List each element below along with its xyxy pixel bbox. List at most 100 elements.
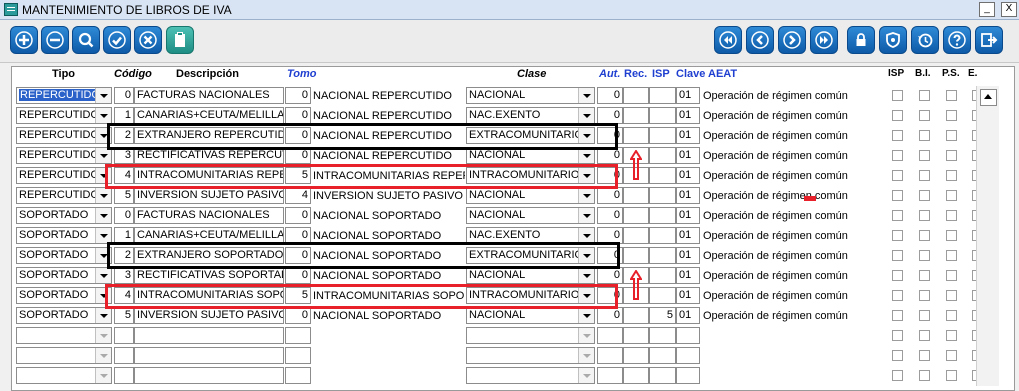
descripcion-field[interactable]	[134, 347, 284, 364]
isp-checkbox[interactable]	[892, 110, 903, 121]
chevron-down-icon[interactable]	[578, 268, 594, 283]
tipo-select[interactable]: SOPORTADO	[16, 307, 112, 324]
tipo-select[interactable]: SOPORTADO	[16, 227, 112, 244]
clave-aeat-field[interactable]: 01	[676, 147, 700, 164]
chevron-down-icon[interactable]	[95, 188, 111, 203]
chevron-down-icon[interactable]	[578, 148, 594, 163]
codigo-field[interactable]: 3	[114, 267, 134, 284]
clase-select[interactable]	[466, 367, 595, 384]
clave-aeat-field[interactable]	[676, 367, 700, 384]
descripcion-field[interactable]: INVERSION SUJETO PASIVO	[134, 187, 284, 204]
rec-field[interactable]	[623, 127, 649, 144]
chevron-down-icon[interactable]	[578, 328, 594, 343]
ps-checkbox[interactable]	[946, 90, 957, 101]
aut-field[interactable]	[597, 327, 623, 344]
rec-field[interactable]	[623, 107, 649, 124]
chevron-down-icon[interactable]	[95, 268, 111, 283]
tomo-field[interactable]	[285, 367, 311, 384]
clave-aeat-field[interactable]: 01	[676, 167, 700, 184]
tomo-field[interactable]: 0	[285, 87, 311, 104]
bi-checkbox[interactable]	[919, 190, 930, 201]
clave-aeat-field[interactable]: 01	[676, 247, 700, 264]
isp-field[interactable]: 5	[649, 307, 676, 324]
isp-field[interactable]	[649, 347, 676, 364]
ps-checkbox[interactable]	[946, 110, 957, 121]
codigo-field[interactable]: 5	[114, 187, 134, 204]
clave-aeat-field[interactable]: 01	[676, 107, 700, 124]
isp-field[interactable]	[649, 107, 676, 124]
previous-record-button[interactable]	[746, 26, 774, 54]
isp-checkbox[interactable]	[892, 230, 903, 241]
chevron-down-icon[interactable]	[95, 88, 111, 103]
header-isp-check[interactable]: ISP	[888, 68, 904, 79]
bi-checkbox[interactable]	[919, 350, 930, 361]
isp-checkbox[interactable]	[892, 130, 903, 141]
chevron-down-icon[interactable]	[95, 208, 111, 223]
minimize-button[interactable]: _	[979, 2, 995, 17]
bi-checkbox[interactable]	[919, 130, 930, 141]
descripcion-field[interactable]: INVERSION SUJETO PASIVO	[134, 307, 284, 324]
isp-checkbox[interactable]	[892, 90, 903, 101]
clase-select[interactable]: NACIONAL	[466, 307, 595, 324]
chevron-down-icon[interactable]	[578, 308, 594, 323]
codigo-field[interactable]: 5	[114, 307, 134, 324]
aut-field[interactable]: 0	[597, 267, 623, 284]
header-bi[interactable]: B.I.	[915, 68, 931, 79]
clave-aeat-field[interactable]: 01	[676, 127, 700, 144]
clave-aeat-field[interactable]: 01	[676, 207, 700, 224]
isp-checkbox[interactable]	[892, 370, 903, 381]
clave-aeat-field[interactable]	[676, 347, 700, 364]
clave-aeat-field[interactable]: 01	[676, 267, 700, 284]
header-descripcion[interactable]: Descripción	[176, 68, 239, 80]
chevron-down-icon[interactable]	[95, 348, 111, 363]
descripcion-field[interactable]: CANARIAS+CEUTA/MELILLA R	[134, 107, 284, 124]
isp-checkbox[interactable]	[892, 350, 903, 361]
isp-checkbox[interactable]	[892, 190, 903, 201]
history-button[interactable]	[911, 26, 939, 54]
descripcion-field[interactable]	[134, 367, 284, 384]
ps-checkbox[interactable]	[946, 370, 957, 381]
rec-field[interactable]	[623, 227, 649, 244]
table-row[interactable]	[14, 326, 1004, 346]
clave-aeat-field[interactable]	[676, 327, 700, 344]
tipo-select[interactable]: REPERCUTIDO	[16, 187, 112, 204]
bi-checkbox[interactable]	[919, 230, 930, 241]
table-row[interactable]: SOPORTADO 5 INVERSION SUJETO PASIVO 0 NACION…	[14, 306, 1004, 326]
aut-field[interactable]: 0	[597, 207, 623, 224]
rec-field[interactable]	[623, 347, 649, 364]
bi-checkbox[interactable]	[919, 150, 930, 161]
clave-aeat-field[interactable]: 01	[676, 87, 700, 104]
clase-select[interactable]: NACIONAL	[466, 267, 595, 284]
add-button[interactable]	[10, 26, 38, 54]
chevron-down-icon[interactable]	[578, 368, 594, 383]
table-row[interactable]	[14, 346, 1004, 366]
first-record-button[interactable]	[714, 26, 742, 54]
isp-checkbox[interactable]	[892, 290, 903, 301]
clase-select[interactable]: NAC.EXENTO	[466, 107, 595, 124]
isp-field[interactable]	[649, 287, 676, 304]
tipo-select[interactable]: SOPORTADO	[16, 267, 112, 284]
next-record-button[interactable]	[778, 26, 806, 54]
header-e[interactable]: E.	[968, 68, 977, 79]
descripcion-field[interactable]: FACTURAS NACIONALES	[134, 87, 284, 104]
isp-checkbox[interactable]	[892, 210, 903, 221]
tipo-select[interactable]: SOPORTADO	[16, 247, 112, 264]
rec-field[interactable]	[623, 187, 649, 204]
ps-checkbox[interactable]	[946, 150, 957, 161]
bi-checkbox[interactable]	[919, 330, 930, 341]
header-clase[interactable]: Clase	[517, 68, 546, 80]
bi-checkbox[interactable]	[919, 110, 930, 121]
codigo-field[interactable]: 0	[114, 87, 134, 104]
cancel-button[interactable]	[134, 26, 162, 54]
chevron-down-icon[interactable]	[95, 228, 111, 243]
isp-field[interactable]	[649, 127, 676, 144]
descripcion-field[interactable]: RECTIFICATIVAS SOPORTADO	[134, 267, 284, 284]
header-isp[interactable]: ISP	[652, 68, 670, 80]
rec-field[interactable]	[623, 87, 649, 104]
chevron-down-icon[interactable]	[95, 328, 111, 343]
bi-checkbox[interactable]	[919, 290, 930, 301]
table-row[interactable]: SOPORTADO 0 FACTURAS NACIONALES 0 NACIONAL S…	[14, 206, 1004, 226]
table-row[interactable]: REPERCUTIDO 5 INVERSION SUJETO PASIVO 4 INVE…	[14, 186, 1004, 206]
clase-select[interactable]: NACIONAL	[466, 187, 595, 204]
clipboard-button[interactable]	[166, 26, 194, 54]
